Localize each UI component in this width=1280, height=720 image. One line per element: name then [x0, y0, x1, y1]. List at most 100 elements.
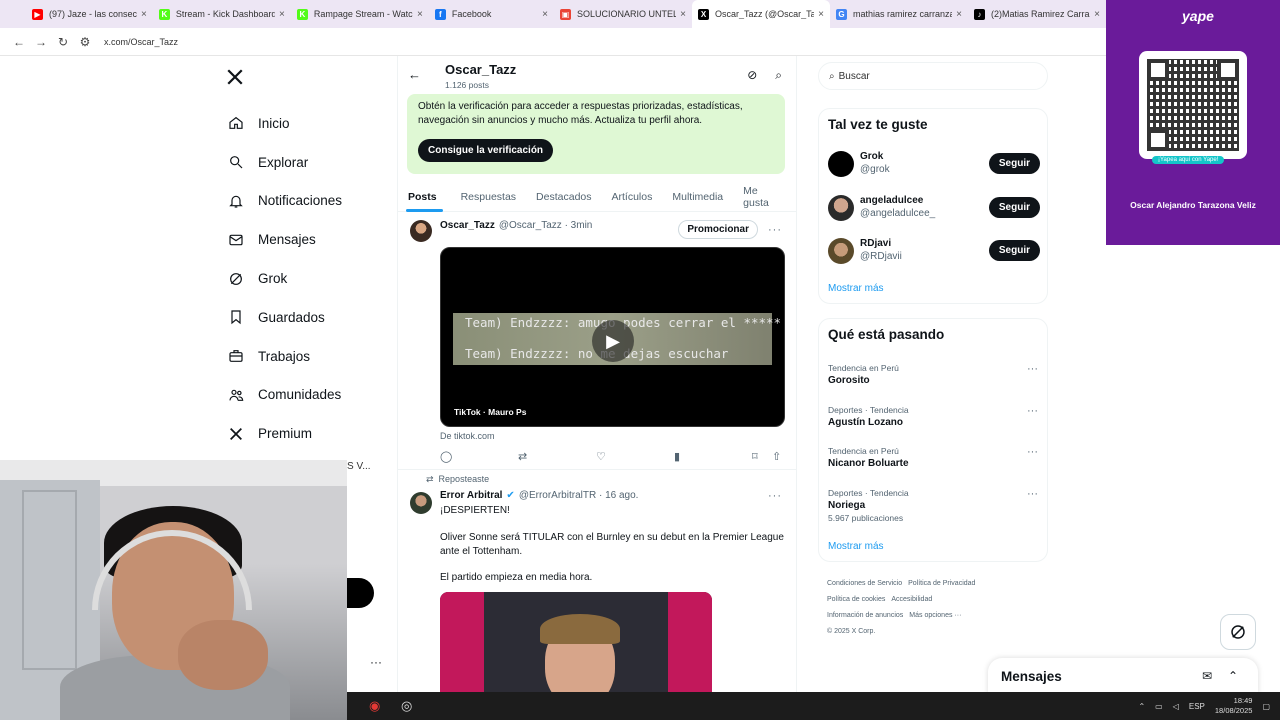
views-icon[interactable]: ▮ — [674, 450, 680, 463]
grok-icon[interactable]: ⊘ — [747, 68, 757, 83]
close-icon[interactable]: × — [1094, 9, 1100, 20]
suggestion-item[interactable]: RDjavi @RDjavii Seguir — [828, 236, 1040, 266]
suggestion-name[interactable]: Grok — [860, 151, 883, 162]
tab-posts[interactable]: Posts — [398, 182, 451, 212]
trend-item[interactable]: Deportes · Tendencia Agustín Lozano ··· — [828, 405, 1040, 428]
close-icon[interactable]: × — [141, 9, 147, 20]
nav-item-mensajes[interactable]: Mensajes — [222, 220, 382, 259]
share-icon[interactable]: ⇧ — [772, 450, 781, 463]
bookmark-icon[interactable]: ⌑ — [752, 450, 758, 463]
back-arrow-icon[interactable]: ← — [8, 35, 30, 49]
post[interactable]: Oscar_Tazz @Oscar_Tazz · 3min Promociona… — [398, 212, 796, 470]
avatar[interactable] — [410, 492, 432, 514]
suggestion-name[interactable]: angeladulcee — [860, 195, 923, 206]
close-icon[interactable]: × — [417, 9, 423, 20]
suggestion-name[interactable]: RDjavi — [860, 238, 891, 249]
suggestion-item[interactable]: angeladulcee @angeladulcee_ Seguir — [828, 193, 1040, 223]
footer-link[interactable]: Política de cookies — [827, 596, 885, 603]
nav-item-trabajos[interactable]: Trabajos — [222, 337, 382, 376]
avatar[interactable] — [828, 151, 854, 177]
trend-item[interactable]: Tendencia en Perú Gorosito ··· — [828, 363, 1040, 386]
link-source[interactable]: De tiktok.com — [440, 431, 495, 441]
browser-tab[interactable]: ▶ (97) Jaze - las consec × — [26, 0, 153, 28]
nav-item-comunidades[interactable]: Comunidades — [222, 376, 382, 415]
browser-tab[interactable]: ♪ (2)Matias Ramirez Carran × — [968, 0, 1106, 28]
tab-destacados[interactable]: Destacados — [526, 182, 601, 211]
tab-multimedia[interactable]: Multimedia — [662, 182, 733, 211]
follow-button[interactable]: Seguir — [988, 240, 1040, 261]
site-settings-icon[interactable]: ⚙ — [74, 35, 96, 49]
browser-tab[interactable]: K Rampage Stream - Watch × — [291, 0, 429, 28]
expand-icon[interactable]: ⌃ — [1228, 669, 1238, 683]
avatar[interactable] — [410, 220, 432, 242]
messages-drawer[interactable]: Mensajes ✉ ⌃ — [988, 658, 1258, 694]
post-author-name[interactable]: Error Arbitral — [440, 490, 502, 501]
browser-tab[interactable]: ▣ SOLUCIONARIO UNTELS × — [554, 0, 692, 28]
avatar[interactable] — [828, 194, 854, 221]
follow-button[interactable]: Seguir — [988, 153, 1040, 174]
browser-tab[interactable]: K Stream - Kick Dashboard × — [153, 0, 291, 28]
tab-me-gusta[interactable]: Me gusta — [733, 182, 796, 211]
close-icon[interactable]: × — [818, 9, 824, 20]
forward-arrow-icon[interactable]: → — [30, 35, 52, 49]
post-author-name[interactable]: Oscar_Tazz — [440, 220, 495, 231]
more-options-icon[interactable]: ··· — [768, 490, 782, 502]
nav-item-grok[interactable]: Grok — [222, 259, 382, 298]
footer-link[interactable]: Más opciones ··· — [909, 612, 961, 619]
avatar[interactable] — [828, 238, 854, 264]
show-more-link[interactable]: Mostrar más — [828, 283, 884, 294]
app-icon[interactable]: ◉ — [369, 698, 380, 714]
more-options-icon[interactable]: ··· — [1027, 363, 1038, 375]
trend-item[interactable]: Tendencia en Perú Nicanor Boluarte ··· — [828, 446, 1040, 469]
more-options-icon[interactable]: ··· — [768, 224, 782, 236]
more-options-icon[interactable]: ··· — [1027, 446, 1038, 458]
close-icon[interactable]: × — [680, 9, 686, 20]
post-image[interactable] — [440, 592, 712, 692]
more-options-icon[interactable]: ··· — [1027, 405, 1038, 417]
nav-item-explorar[interactable]: Explorar — [222, 143, 382, 182]
video-player[interactable]: Team) Endzzzz: amugo podes cerrar el ***… — [440, 247, 785, 427]
notifications-icon[interactable]: ▢ — [1262, 702, 1270, 711]
footer-link[interactable]: Condiciones de Servicio — [827, 580, 902, 587]
footer-link[interactable]: Información de anuncios — [827, 612, 903, 619]
get-verified-button[interactable]: Consigue la verificación — [418, 139, 554, 162]
url-text[interactable]: x.com/Oscar_Tazz — [104, 37, 178, 47]
tab-respuestas[interactable]: Respuestas — [451, 182, 526, 211]
close-icon[interactable]: × — [542, 9, 548, 20]
suggestion-item[interactable]: Grok @grok Seguir — [828, 149, 1040, 179]
language-indicator[interactable]: ESP — [1189, 702, 1205, 711]
more-options-icon[interactable]: ··· — [1027, 488, 1038, 500]
search-input[interactable]: ⌕ Buscar — [818, 62, 1048, 90]
volume-icon[interactable]: ◁ — [1173, 702, 1179, 711]
browser-tab[interactable]: G mathias ramirez carranza × — [830, 0, 968, 28]
nav-item-premium[interactable]: Premium — [222, 414, 382, 453]
reload-icon[interactable]: ↻ — [52, 35, 74, 49]
app-icon[interactable]: ◎ — [401, 698, 412, 714]
nav-item-guardados[interactable]: Guardados — [222, 298, 382, 337]
clock[interactable]: 18:49 18/08/2025 — [1215, 696, 1253, 716]
tab-artículos[interactable]: Artículos — [602, 182, 663, 211]
footer-link[interactable]: Accesibilidad — [891, 596, 932, 603]
post[interactable]: ⇄ Reposteaste Error Arbitral ✔ @ErrorArb… — [398, 470, 796, 692]
footer-link[interactable]: © 2025 X Corp. — [827, 628, 875, 635]
grok-icon[interactable] — [1220, 614, 1256, 650]
show-more-link[interactable]: Mostrar más — [828, 541, 884, 552]
nav-item-inicio[interactable]: Inicio — [222, 104, 382, 143]
close-icon[interactable]: × — [956, 9, 962, 20]
search-icon[interactable]: ⌕ — [775, 68, 782, 83]
browser-tab[interactable]: f Facebook × — [429, 0, 554, 28]
close-icon[interactable]: × — [279, 9, 285, 20]
back-arrow-icon[interactable]: ← — [408, 67, 432, 82]
more-options-icon[interactable]: ··· — [370, 655, 382, 669]
browser-tab[interactable]: X Oscar_Tazz (@Oscar_Tazz) × — [692, 0, 830, 28]
promote-button[interactable]: Promocionar — [678, 220, 758, 239]
play-icon[interactable]: ▶ — [592, 320, 634, 362]
network-icon[interactable]: ▭ — [1155, 702, 1163, 711]
x-logo-icon[interactable] — [226, 66, 382, 90]
nav-item-notificaciones[interactable]: Notificaciones — [222, 182, 382, 221]
trend-item[interactable]: Deportes · Tendencia Noriega 5.967 publi… — [828, 488, 1040, 523]
footer-link[interactable]: Política de Privacidad — [908, 580, 975, 587]
like-icon[interactable]: ♡ — [596, 450, 606, 463]
new-message-icon[interactable]: ✉ — [1202, 669, 1212, 683]
reply-icon[interactable]: ◯ — [440, 450, 452, 463]
